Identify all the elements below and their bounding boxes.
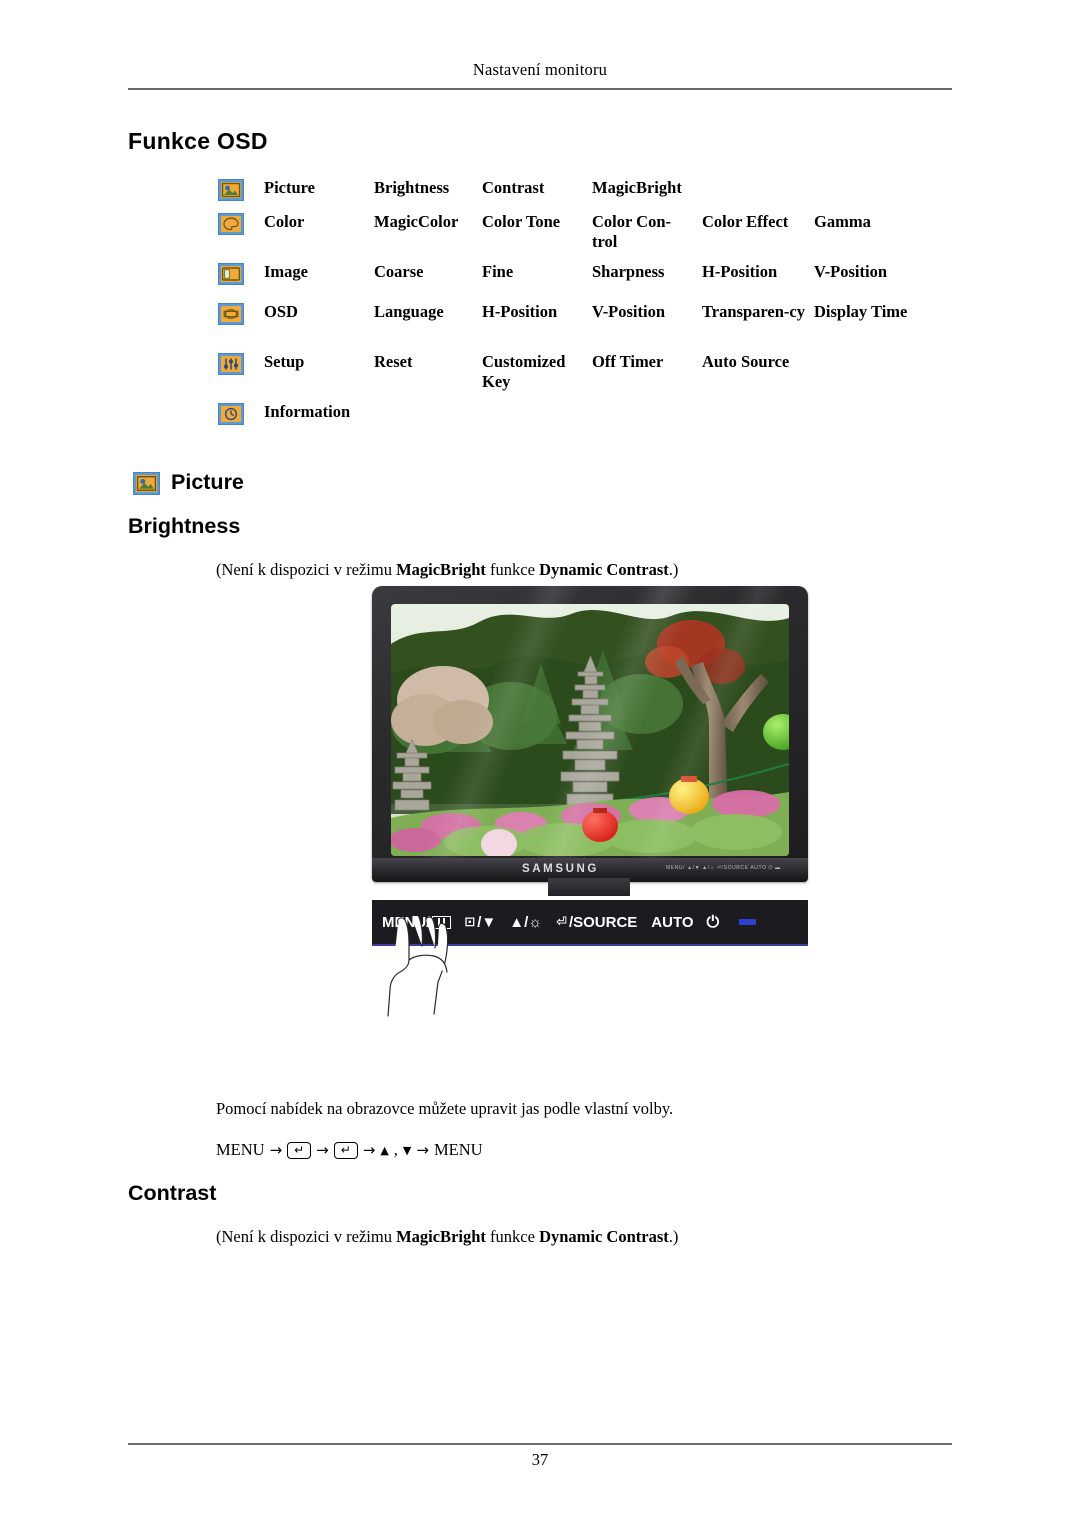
osd-item: Sharpness [592, 262, 665, 281]
osd-category-name: Picture [264, 178, 316, 197]
comma-separator: , [393, 1140, 398, 1159]
osd-item: MagicBright [592, 178, 682, 197]
enter-key-icon: ↵ [333, 1141, 358, 1159]
monitor-stand-neck [548, 878, 630, 896]
note-bold-dynamic-contrast: Dynamic Contrast [539, 560, 669, 579]
table-row: Setup Reset Customized Key Off Timer Aut… [218, 350, 978, 400]
note-bold-magicbright: MagicBright [396, 1227, 486, 1246]
table-row: Information [218, 400, 978, 434]
brightness-description: Pomocí nabídek na obrazovce můžete uprav… [216, 1099, 674, 1118]
osd-item: Contrast [482, 178, 545, 197]
contrast-availability-note: (Není k dispozici v režimu MagicBright f… [216, 1226, 678, 1248]
osd-item: Auto Source [702, 352, 790, 371]
note-bold-dynamic-contrast: Dynamic Contrast [539, 1227, 669, 1246]
brightness-menu-path: MENU → ↵ → ↵ → ▲ , ▼ → MENU [216, 1140, 483, 1160]
table-row: Color MagicColor Color Tone Color Con-tr… [218, 210, 978, 260]
picture-section-icon [133, 472, 160, 495]
down-arrow-icon: ▼ [402, 1143, 412, 1157]
hand-pointer-illustration [387, 916, 449, 1017]
osd-item: V-Position [592, 302, 666, 321]
page-number: 37 [531, 1450, 549, 1469]
enter-source-button-label: /SOURCE [568, 913, 638, 931]
note-suffix: .) [668, 560, 679, 579]
osd-category-name: Information [264, 402, 351, 421]
bezel-button-labels: MENU/ ▲/▼ ▲/☼ ⏎/SOURCE AUTO ⏻ ▬ [666, 865, 781, 871]
power-icon: ⏻ [706, 912, 720, 931]
power-led-indicator [739, 919, 757, 925]
header-rule [128, 88, 952, 90]
osd-item: V-Position [814, 262, 888, 281]
note-middle: funkce [485, 560, 540, 579]
table-row: Image Coarse Fine Sharpness H-Position V… [218, 260, 978, 300]
note-suffix: .) [668, 1227, 679, 1246]
osd-item: Color Effect [702, 212, 789, 231]
auto-button[interactable]: AUTO [651, 914, 693, 931]
osd-category-name: Image [264, 262, 308, 281]
section-heading-picture: Picture [171, 470, 244, 494]
screen-photo-garden-scene [391, 604, 789, 856]
osd-item: Coarse [374, 262, 424, 281]
osd-item: MagicColor [374, 212, 459, 231]
up-brightness-button[interactable]: ▲/☼ [509, 914, 542, 931]
osd-item: Off Timer [592, 352, 664, 371]
table-row: Picture Brightness Contrast MagicBright [218, 176, 978, 210]
section-heading-brightness: Brightness [128, 514, 241, 538]
osd-category-name: Setup [264, 352, 305, 371]
arrow-icon: → [269, 1141, 283, 1159]
section-heading-contrast: Contrast [128, 1181, 217, 1205]
note-bold-magicbright: MagicBright [396, 560, 486, 579]
note-middle: funkce [485, 1227, 540, 1246]
osd-item: Gamma [814, 212, 871, 231]
osd-item: Color Con-trol [592, 212, 671, 251]
osd-item: Fine [482, 262, 514, 281]
footer-rule [128, 1443, 952, 1445]
page-title: Funkce OSD [128, 128, 268, 154]
osd-item: Display Time [814, 302, 908, 321]
osd-menu-table: Picture Brightness Contrast MagicBright … [218, 176, 978, 434]
osd-item: Color Tone [482, 212, 561, 231]
enter-source-button[interactable]: ⏎ /SOURCE [556, 914, 637, 931]
osd-item: H-Position [702, 262, 778, 281]
table-row: OSD Language H-Position V-Position Trans… [218, 300, 978, 350]
osd-category-name: Color [264, 212, 305, 231]
arrow-icon: → [416, 1141, 429, 1159]
up-arrow-icon: ▲ [380, 1143, 389, 1157]
arrow-icon: → [362, 1141, 376, 1159]
monitor-illustration: SAMSUNG MENU/ ▲/▼ ▲/☼ ⏎/SOURCE AUTO ⏻ ▬ … [372, 586, 808, 1017]
osd-item: Transparen-cy [702, 302, 805, 321]
osd-item: Language [374, 302, 444, 321]
up-brightness-button-label: ▲/☼ [509, 913, 543, 931]
power-button[interactable]: ⏻ [707, 912, 720, 932]
enter-key-icon: ↵ [287, 1141, 312, 1159]
osd-item: Customized Key [482, 352, 566, 391]
osd-item: Brightness [374, 178, 450, 197]
osd-item: Reset [374, 352, 413, 371]
arrow-icon: → [316, 1141, 329, 1159]
document-page: Nastavení monitoru Funkce OSD Picture Br… [0, 0, 1080, 1527]
running-header: Nastavení monitoru [472, 60, 608, 79]
osd-item: H-Position [482, 302, 558, 321]
note-prefix: (Není k dispozici v režimu [216, 1227, 397, 1246]
brightness-availability-note: (Není k dispozici v režimu MagicBright f… [216, 559, 678, 581]
samsung-brand-logo: SAMSUNG [522, 863, 599, 875]
auto-button-label: AUTO [651, 913, 694, 931]
osd-category-name: OSD [264, 302, 298, 321]
enter-source-icon: ⏎ [556, 914, 567, 930]
note-prefix: (Není k dispozici v režimu [216, 560, 397, 579]
monitor-screen [391, 604, 789, 856]
menu-path-start: MENU [216, 1140, 265, 1159]
menu-path-end: MENU [433, 1140, 483, 1159]
